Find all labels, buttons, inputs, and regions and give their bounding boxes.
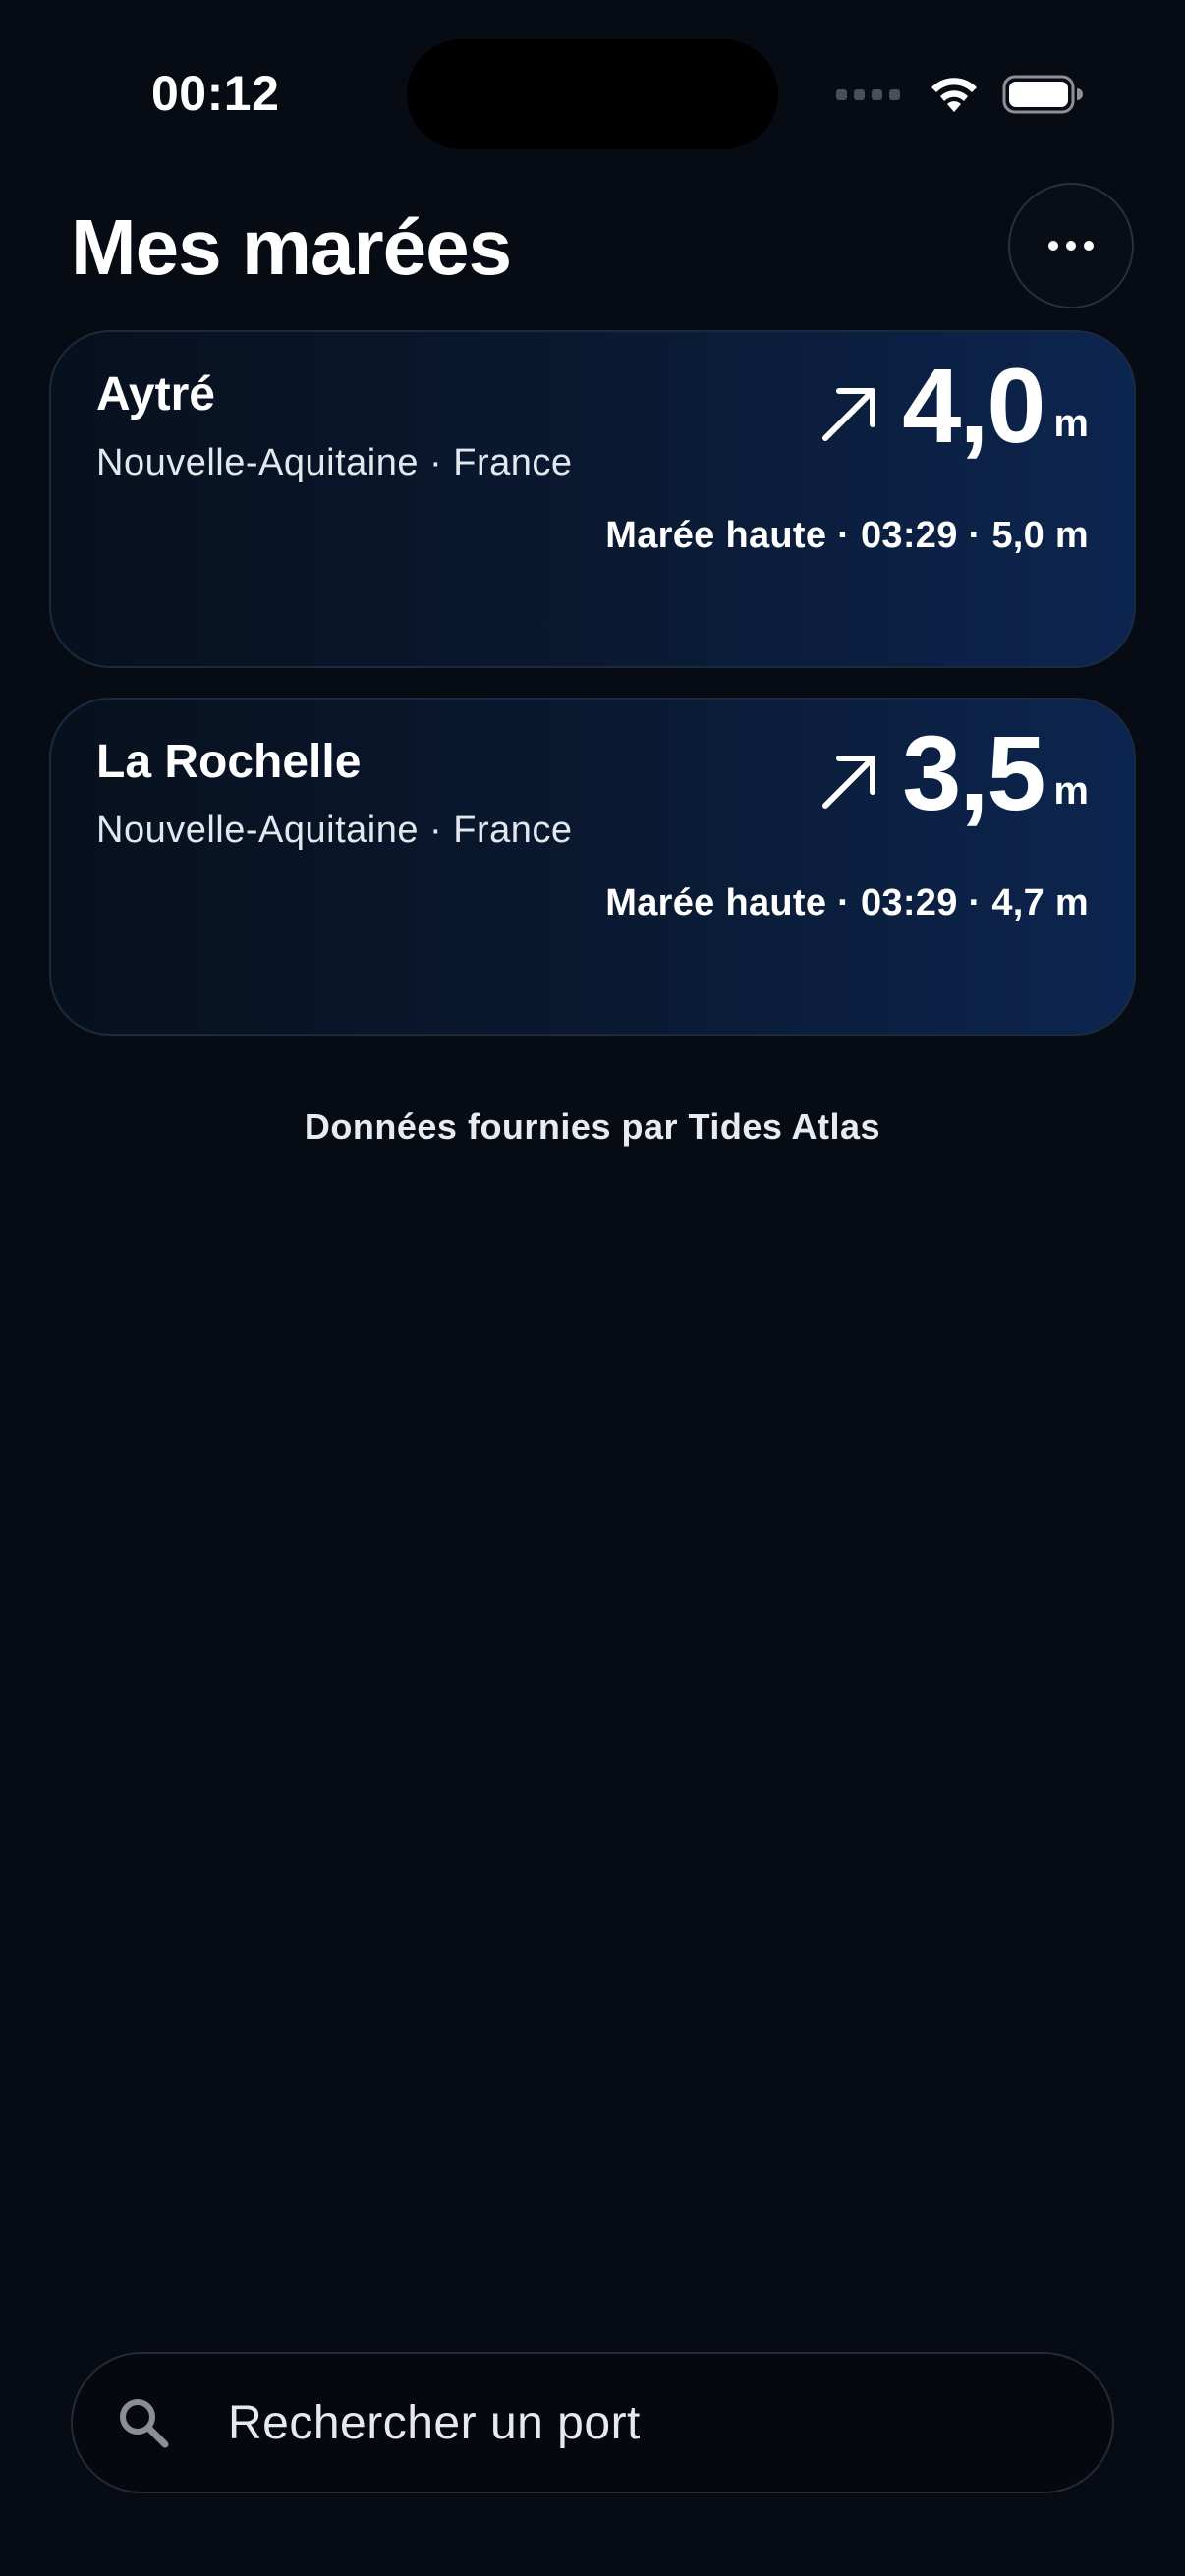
location-name: La Rochelle	[96, 736, 362, 788]
page-title: Mes marées	[71, 203, 512, 291]
search-input[interactable]	[228, 2395, 1034, 2450]
height-value: 4,0	[902, 346, 1045, 465]
data-attribution: Données fournies par Tides Atlas	[304, 1106, 881, 1147]
current-height: 4,0 m	[819, 352, 1089, 460]
arrow-up-right-icon	[822, 388, 876, 441]
location-name: Aytré	[96, 368, 215, 420]
tide-card-aytre[interactable]: Aytré Nouvelle-Aquitaine · France 4,0 m …	[49, 330, 1136, 668]
height-unit: m	[1053, 402, 1089, 445]
height-unit: m	[1053, 769, 1089, 812]
next-tide-info: Marée haute · 03:29 · 5,0 m	[605, 515, 1089, 556]
status-bar: 00:12	[0, 0, 1185, 187]
height-value: 3,5	[902, 713, 1045, 832]
dynamic-island	[407, 39, 778, 149]
search-bar[interactable]	[71, 2352, 1114, 2493]
arrow-up-right-icon	[822, 756, 876, 809]
wifi-icon	[931, 78, 977, 112]
battery-icon	[1002, 75, 1083, 114]
cellular-signal-icon	[836, 88, 900, 100]
status-icons	[836, 73, 1083, 116]
location-region: Nouvelle-Aquitaine · France	[96, 810, 573, 851]
ellipsis-icon	[1048, 241, 1058, 251]
status-time: 00:12	[151, 66, 280, 121]
search-icon	[120, 2399, 169, 2448]
tide-card-la-rochelle[interactable]: La Rochelle Nouvelle-Aquitaine · France …	[49, 698, 1136, 1036]
location-region: Nouvelle-Aquitaine · France	[96, 442, 573, 483]
more-options-button[interactable]	[1008, 183, 1134, 308]
next-tide-info: Marée haute · 03:29 · 4,7 m	[605, 882, 1089, 924]
current-height: 3,5 m	[819, 719, 1089, 827]
